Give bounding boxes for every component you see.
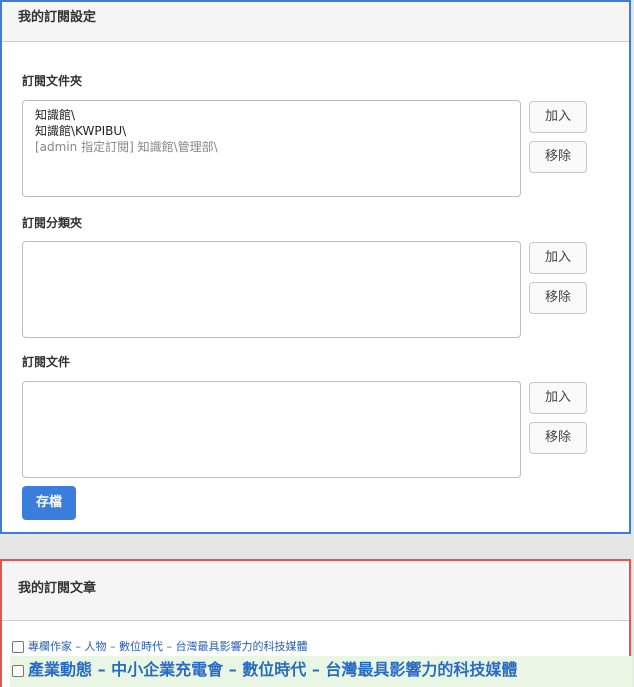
folders-add-button[interactable]: 加入 (529, 101, 587, 133)
settings-panel-title: 我的訂閱設定 (2, 2, 629, 42)
folders-remove-button[interactable]: 移除 (529, 141, 587, 173)
documents-listbox[interactable] (22, 381, 521, 478)
folder-list-item[interactable]: 知識館\ (35, 107, 508, 123)
article-link[interactable]: 專欄作家 – 人物 – 數位時代 – 台灣最具影響力的科技媒體 (28, 640, 307, 653)
article-link[interactable]: 產業動態 – 中小企業充電會 – 數位時代 – 台灣最具影響力的科技媒體 (28, 660, 517, 679)
folders-section-label: 訂閱文件夾 (22, 74, 83, 88)
article-list-item[interactable]: 產業動態 – 中小企業充電會 – 數位時代 – 台灣最具影響力的科技媒體 (10, 656, 633, 687)
folder-list-item[interactable]: [admin 指定訂閱] 知識館\管理部\ (35, 139, 508, 155)
categories-section-label: 訂閱分類夾 (22, 216, 83, 230)
categories-remove-button[interactable]: 移除 (529, 282, 587, 314)
categories-listbox[interactable] (22, 241, 521, 338)
article-list-item[interactable]: 專欄作家 – 人物 – 數位時代 – 台灣最具影響力的科技媒體 (12, 638, 632, 654)
documents-section-label: 訂閱文件 (22, 355, 71, 369)
article-checkbox[interactable] (12, 664, 24, 677)
categories-add-button[interactable]: 加入 (529, 242, 587, 274)
articles-panel-title: 我的訂閱文章 (2, 561, 629, 621)
documents-remove-button[interactable]: 移除 (529, 422, 587, 454)
save-button[interactable]: 存檔 (22, 486, 76, 520)
folder-list-item[interactable]: 知識館\KWPIBU\ (35, 123, 508, 139)
documents-add-button[interactable]: 加入 (529, 382, 587, 414)
article-checkbox[interactable] (12, 641, 24, 653)
folders-listbox[interactable]: 知識館\ 知識館\KWPIBU\ [admin 指定訂閱] 知識館\管理部\ (22, 100, 521, 197)
